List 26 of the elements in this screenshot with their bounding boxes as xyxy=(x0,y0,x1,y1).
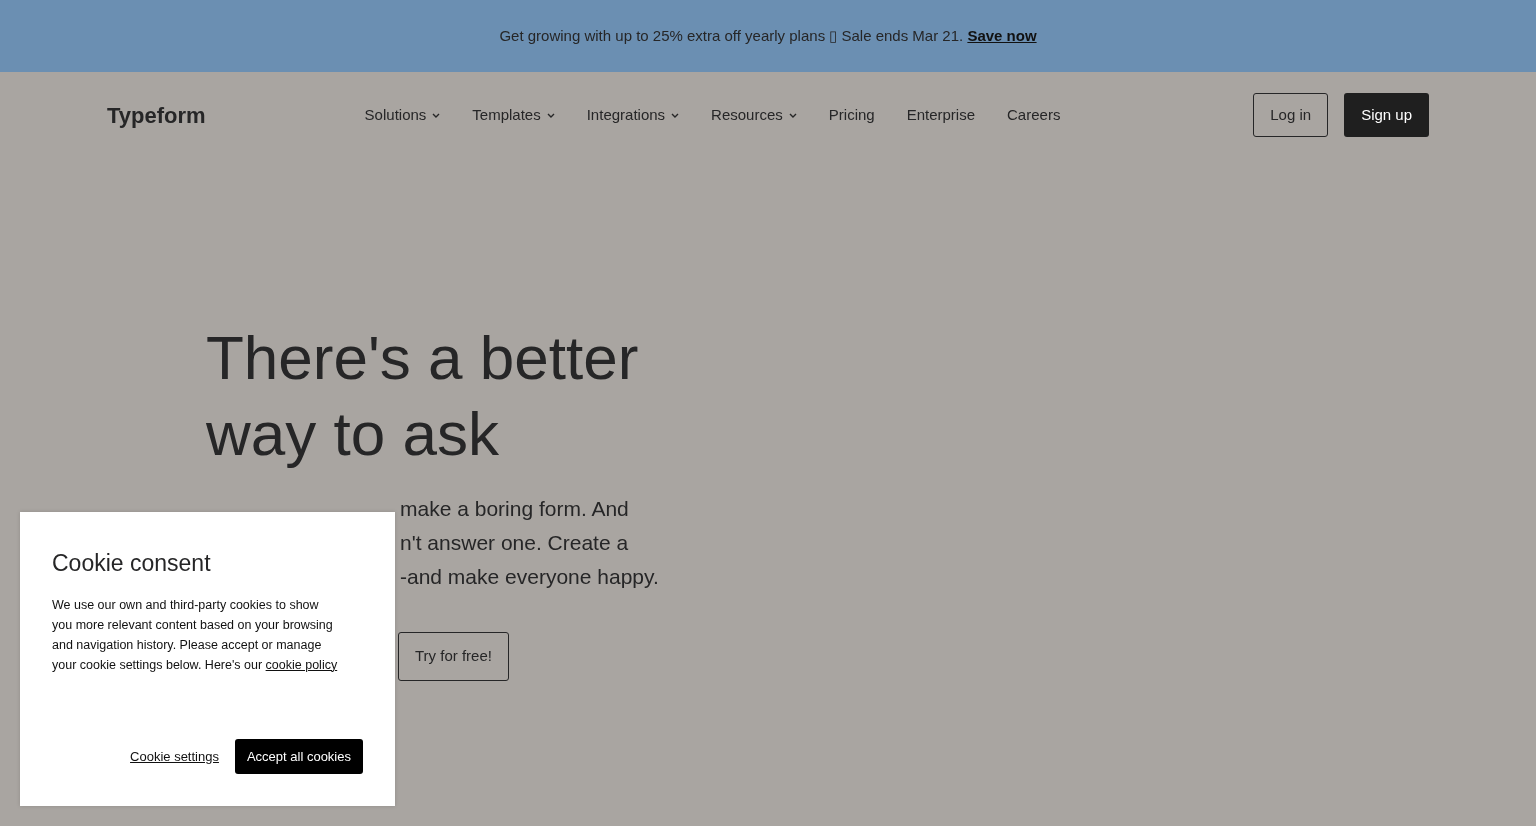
nav-item[interactable]: Careers xyxy=(1007,103,1061,127)
chevron-down-icon xyxy=(671,112,680,118)
logo[interactable]: Typeform xyxy=(107,98,206,132)
hero-text-line: -and make everyone happy. xyxy=(400,564,659,590)
cookie-text: We use our own and third-party cookies to show you more relevant content based on your browsing and navigation history. Please accept or manage your cookie settings below. Here's our cookie policy xyxy=(52,596,339,674)
chevron-down-icon xyxy=(788,112,797,118)
hero-text-line: make a boring form. And xyxy=(400,496,629,522)
chevron-down-icon xyxy=(432,112,441,118)
dialog-title: Cookie consent xyxy=(52,549,212,578)
hero-title: There's a better way to ask xyxy=(206,322,640,470)
accept-button[interactable]: Accept all cookies xyxy=(234,738,363,774)
try-free-button[interactable]: Try for free! xyxy=(398,632,509,681)
signup-button[interactable]: Sign up xyxy=(1344,92,1429,138)
nav-item[interactable]: Enterprise xyxy=(906,103,976,127)
promo-text: Get growing with up to 25% extra off yearly plans ▯ Sale ends Mar 21. Save now xyxy=(499,25,1037,46)
cookie-policy-link[interactable]: cookie policy xyxy=(265,657,338,672)
save-now-link[interactable]: Save now xyxy=(967,26,1037,44)
nav-item[interactable]: Integrations xyxy=(586,103,680,127)
login-button[interactable]: Log in xyxy=(1253,92,1329,138)
nav-item[interactable]: Solutions xyxy=(364,103,441,127)
nav-item[interactable]: Pricing xyxy=(828,103,875,127)
cookie-settings-link[interactable]: Cookie settings xyxy=(130,746,219,766)
chevron-down-icon xyxy=(546,112,555,118)
nav-item[interactable]: Resources xyxy=(711,103,797,127)
nav-item[interactable]: Templates xyxy=(472,103,555,127)
hero-text-line: n't answer one. Create a xyxy=(400,530,629,556)
